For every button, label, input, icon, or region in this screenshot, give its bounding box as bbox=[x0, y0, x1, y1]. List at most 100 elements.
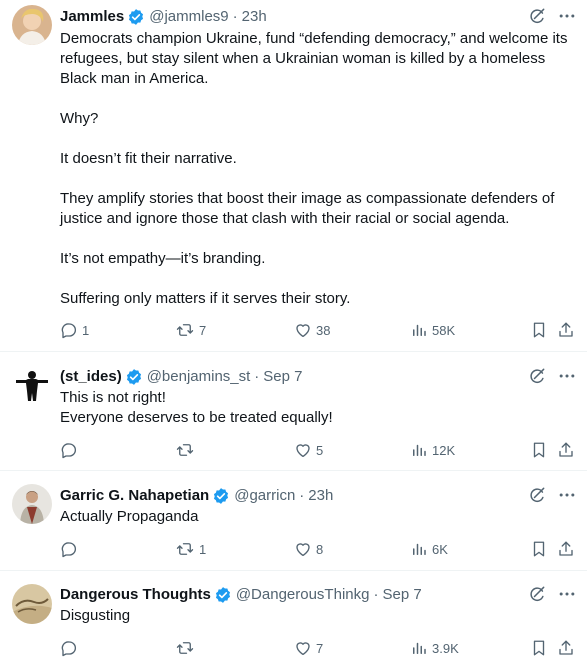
like-button[interactable]: 5 bbox=[294, 440, 323, 460]
timestamp[interactable]: Sep 7 bbox=[382, 585, 421, 605]
tweet-jammles[interactable]: Jammles @jammles9 · 23h Democrats champi… bbox=[0, 0, 587, 352]
display-name[interactable]: Dangerous Thoughts bbox=[60, 585, 211, 605]
repost-icon bbox=[175, 639, 195, 657]
like-icon bbox=[294, 321, 312, 339]
repost-button[interactable] bbox=[175, 638, 199, 658]
grok-icon[interactable] bbox=[527, 485, 547, 505]
repost-button[interactable]: 7 bbox=[175, 320, 206, 340]
like-count: 38 bbox=[316, 322, 331, 338]
reply-button[interactable]: 1 bbox=[60, 320, 89, 340]
more-icon[interactable] bbox=[557, 485, 577, 505]
verified-badge-icon bbox=[125, 368, 143, 386]
like-button[interactable]: 38 bbox=[294, 320, 330, 340]
views-button[interactable]: 6K bbox=[410, 539, 448, 559]
tweet-st-ides[interactable]: (st_ides) @benjamins_st · Sep 7 This is … bbox=[0, 352, 587, 471]
grok-icon[interactable] bbox=[527, 366, 547, 386]
bookmark-button[interactable] bbox=[530, 440, 548, 460]
like-button[interactable]: 8 bbox=[294, 539, 323, 559]
repost-button[interactable]: 1 bbox=[175, 539, 206, 559]
grok-icon[interactable] bbox=[527, 6, 547, 26]
like-count: 7 bbox=[316, 640, 324, 656]
views-icon bbox=[410, 321, 428, 339]
reply-button[interactable] bbox=[60, 638, 82, 658]
tweet-paragraph: Disgusting bbox=[60, 607, 131, 624]
tweet-actions: 1 8 6K bbox=[60, 539, 577, 559]
views-button[interactable]: 3.9K bbox=[410, 638, 459, 658]
tweet-top-actions bbox=[527, 6, 577, 26]
timestamp[interactable]: 23h bbox=[242, 7, 267, 27]
verified-badge-icon bbox=[212, 487, 230, 505]
tweet-text: Disgusting bbox=[60, 606, 573, 626]
repost-button[interactable] bbox=[175, 440, 199, 460]
tweet-actions: 1 7 38 58K bbox=[60, 320, 577, 340]
tweet-paragraph: It doesn’t fit their narrative. bbox=[60, 150, 237, 167]
tweet-paragraph: They amplify stories that boost their im… bbox=[60, 190, 555, 227]
handle[interactable]: @DangerousThinkg bbox=[236, 585, 370, 605]
bookmark-icon bbox=[530, 639, 548, 657]
share-button[interactable] bbox=[557, 440, 575, 460]
avatar[interactable] bbox=[12, 365, 52, 405]
views-icon bbox=[410, 540, 428, 558]
tweet-dangerous-thoughts[interactable]: Dangerous Thoughts @DangerousThinkg · Se… bbox=[0, 571, 587, 669]
tweet-text: Democrats champion Ukraine, fund “defend… bbox=[60, 29, 573, 309]
grok-icon[interactable] bbox=[527, 584, 547, 604]
reply-icon bbox=[60, 639, 78, 657]
like-icon bbox=[294, 540, 312, 558]
more-icon[interactable] bbox=[557, 366, 577, 386]
separator: · bbox=[232, 8, 238, 25]
handle[interactable]: @benjamins_st bbox=[147, 367, 251, 387]
tweet-header: Garric G. Nahapetian @garricn · 23h bbox=[60, 486, 517, 506]
tweet-garric[interactable]: Garric G. Nahapetian @garricn · 23h Actu… bbox=[0, 471, 587, 571]
more-icon[interactable] bbox=[557, 584, 577, 604]
verified-badge-icon bbox=[214, 586, 232, 604]
tweet-paragraph: Why? bbox=[60, 110, 99, 127]
share-button[interactable] bbox=[557, 539, 575, 559]
views-button[interactable]: 58K bbox=[410, 320, 455, 340]
tweet-paragraph: It’s not empathy—it’s branding. bbox=[60, 250, 266, 267]
reply-count: 1 bbox=[82, 322, 90, 338]
handle[interactable]: @garricn bbox=[234, 486, 295, 506]
tweet-text: This is not right! Everyone deserves to … bbox=[60, 388, 573, 428]
avatar[interactable] bbox=[12, 5, 52, 45]
bookmark-button[interactable] bbox=[530, 638, 548, 658]
repost-count: 7 bbox=[199, 322, 207, 338]
views-count: 58K bbox=[432, 322, 456, 338]
timestamp[interactable]: 23h bbox=[308, 486, 333, 506]
like-icon bbox=[294, 441, 312, 459]
tweet-header: (st_ides) @benjamins_st · Sep 7 bbox=[60, 367, 517, 387]
bookmark-icon bbox=[530, 321, 548, 339]
like-count: 8 bbox=[316, 541, 324, 557]
tweet-header: Dangerous Thoughts @DangerousThinkg · Se… bbox=[60, 585, 517, 605]
handle[interactable]: @jammles9 bbox=[149, 7, 228, 27]
share-icon bbox=[557, 540, 575, 558]
share-icon bbox=[557, 441, 575, 459]
display-name[interactable]: Garric G. Nahapetian bbox=[60, 486, 209, 506]
avatar[interactable] bbox=[12, 584, 52, 624]
timestamp[interactable]: Sep 7 bbox=[263, 367, 302, 387]
verified-badge-icon bbox=[127, 8, 145, 26]
repost-icon bbox=[175, 540, 195, 558]
display-name[interactable]: (st_ides) bbox=[60, 367, 122, 387]
share-button[interactable] bbox=[557, 638, 575, 658]
tweet-actions: 5 12K bbox=[60, 440, 577, 460]
separator: · bbox=[299, 487, 305, 504]
display-name[interactable]: Jammles bbox=[60, 7, 124, 27]
reply-button[interactable] bbox=[60, 539, 82, 559]
reply-button[interactable] bbox=[60, 440, 82, 460]
tweet-actions: 7 3.9K bbox=[60, 638, 577, 658]
like-icon bbox=[294, 639, 312, 657]
share-button[interactable] bbox=[557, 320, 575, 340]
tweet-paragraph: Suffering only matters if it serves thei… bbox=[60, 290, 351, 307]
reply-icon bbox=[60, 540, 78, 558]
views-icon bbox=[410, 441, 428, 459]
repost-icon bbox=[175, 321, 195, 339]
share-icon bbox=[557, 321, 575, 339]
like-button[interactable]: 7 bbox=[294, 638, 323, 658]
more-icon[interactable] bbox=[557, 6, 577, 26]
bookmark-icon bbox=[530, 540, 548, 558]
tweet-text: Actually Propaganda bbox=[60, 507, 573, 527]
bookmark-button[interactable] bbox=[530, 320, 548, 340]
avatar[interactable] bbox=[12, 484, 52, 524]
views-button[interactable]: 12K bbox=[410, 440, 455, 460]
bookmark-button[interactable] bbox=[530, 539, 548, 559]
